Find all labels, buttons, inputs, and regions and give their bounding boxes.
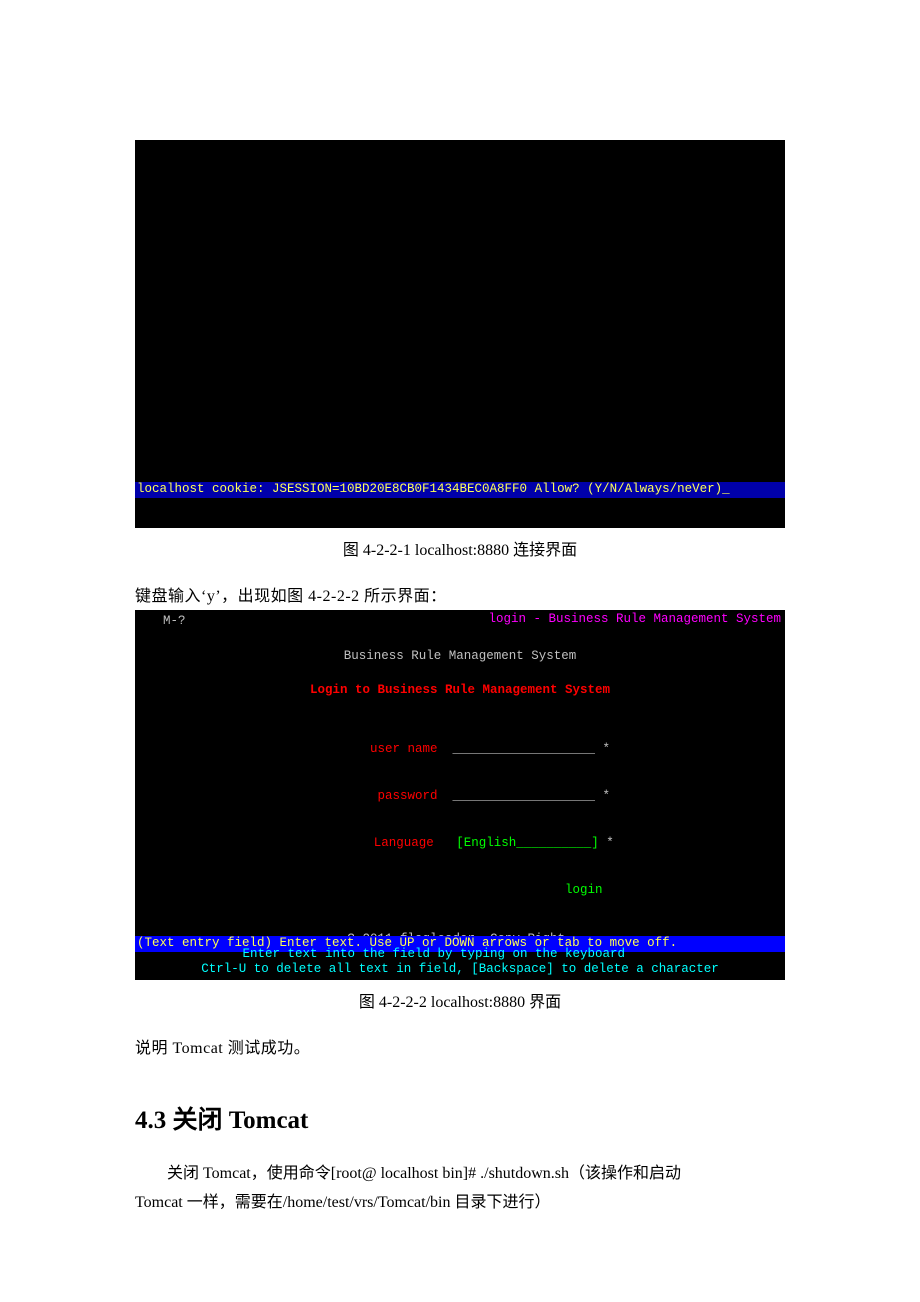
success-text: 说明 Tomcat 测试成功。 — [135, 1034, 785, 1058]
figure-caption-2: 图 4-2-2-2 localhost:8880 界面 — [135, 988, 785, 1012]
username-label: user name — [370, 742, 438, 756]
section-heading-4-3: 4.3 关闭 Tomcat — [135, 1100, 785, 1136]
shutdown-paragraph-line2: Tomcat 一样，需要在/home/test/vrs/Tomcat/bin 目… — [135, 1189, 785, 1218]
login-button[interactable]: login — [565, 883, 603, 897]
terminal-login-screen: login - Business Rule Management System … — [135, 610, 785, 980]
figure-caption-1: 图 4-2-2-1 localhost:8880 连接界面 — [135, 536, 785, 560]
login-form: user name ___________________ * password… — [139, 727, 781, 915]
required-star: * — [603, 742, 611, 756]
language-label: Language — [374, 836, 434, 850]
document-page: localhost cookie: JSESSION=10BD20E8CB0F1… — [0, 0, 920, 1302]
required-star-2: * — [603, 789, 611, 803]
login-subtitle: Login to Business Rule Management System — [139, 683, 781, 699]
password-label: password — [377, 789, 437, 803]
instruction-lines: Enter text into the field by typing on t… — [135, 947, 785, 978]
terminal-cookie-prompt: localhost cookie: JSESSION=10BD20E8CB0F1… — [135, 140, 785, 528]
required-star-3: * — [606, 836, 614, 850]
system-title: Business Rule Management System — [139, 649, 781, 665]
language-select[interactable]: [English__________] — [456, 836, 599, 850]
cookie-prompt-line: localhost cookie: JSESSION=10BD20E8CB0F1… — [135, 482, 785, 498]
intro-paragraph: 键盘输入‘y’，出现如图 4-2-2-2 所示界面： — [135, 582, 785, 606]
shutdown-paragraph-line1: 关闭 Tomcat，使用命令[root@ localhost bin]# ./s… — [135, 1160, 785, 1189]
username-field[interactable]: ___________________ — [452, 742, 595, 756]
password-field[interactable]: ___________________ — [453, 789, 596, 803]
